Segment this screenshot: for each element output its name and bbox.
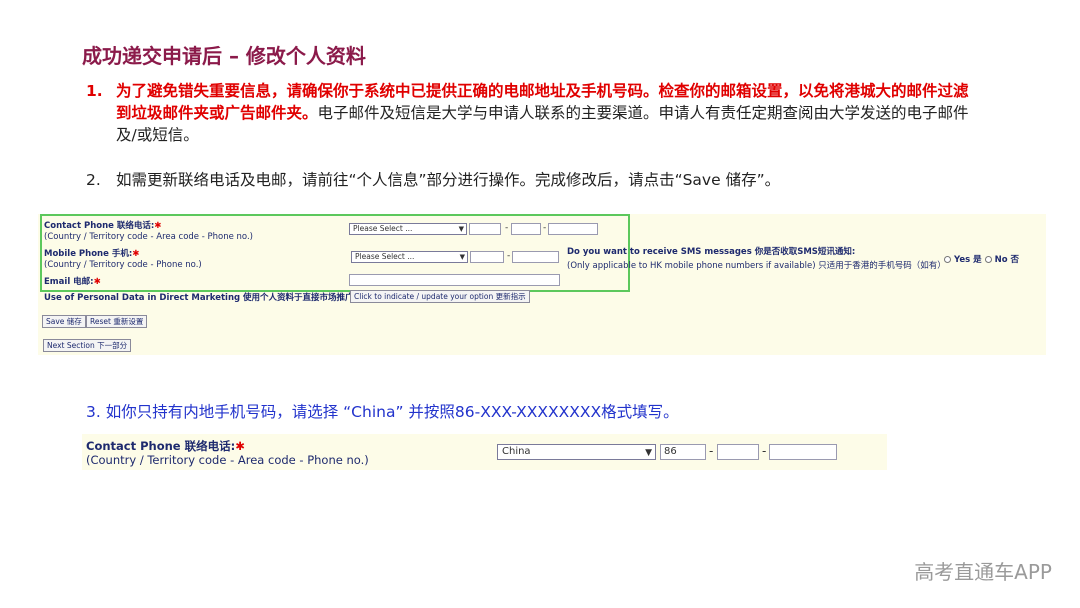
contact-phone-input[interactable]	[548, 223, 598, 235]
chevron-down-icon: ▼	[458, 225, 464, 233]
chevron-down-icon: ▼	[459, 253, 465, 261]
sms-no-radio[interactable]	[984, 256, 992, 263]
watermark: 高考直通车APP	[914, 560, 1052, 584]
save-button[interactable]: Save 储存	[42, 315, 86, 328]
email-label: Email 电邮:✱	[44, 277, 101, 287]
separator: -	[762, 444, 767, 458]
contact-phone-hint: (Country / Territory code - Area code - …	[44, 232, 253, 242]
sms-note: (Only applicable to HK mobile phone numb…	[567, 261, 946, 271]
contact-area-input[interactable]	[511, 223, 541, 235]
direct-marketing-button[interactable]: Click to indicate / update your option 更…	[350, 290, 530, 303]
step-1-body: 为了避免错失重要信息，请确保你于系统中已提供正确的电邮地址及手机号码。检查你的邮…	[116, 80, 971, 146]
sms-question: Do you want to receive SMS messages 你是否收…	[567, 247, 856, 257]
step-2: 2. 如需更新联络电话及电邮，请前往“个人信息”部分进行操作。完成修改后，请点击“…	[86, 168, 780, 190]
mobile-phone-label: Mobile Phone 手机:✱	[44, 249, 140, 259]
reset-button[interactable]: Reset 重新设置	[86, 315, 148, 328]
step-3: 3. 如你只持有内地手机号码，请选择 “China” 并按照86-XXX-XXX…	[86, 403, 679, 421]
sms-yes-radio[interactable]	[944, 256, 951, 263]
sms-radio-group: Yes 是 No 否	[944, 253, 1019, 265]
step-1-number: 1.	[86, 82, 103, 100]
sms-no-label: No 否	[994, 255, 1019, 265]
step-1: 1. 为了避免错失重要信息，请确保你于系统中已提供正确的电邮地址及手机号码。检查…	[86, 80, 986, 146]
example-phone-input[interactable]	[769, 444, 837, 460]
direct-marketing-label: Use of Personal Data in Direct Marketing…	[44, 293, 364, 303]
step-2-text: 如需更新联络电话及电邮，请前往“个人信息”部分进行操作。完成修改后，请点击“Sa…	[116, 171, 781, 189]
example-country-select[interactable]: China ▼	[497, 444, 656, 460]
separator: -	[709, 444, 714, 458]
separator: -	[543, 223, 547, 233]
mobile-phone-input[interactable]	[512, 251, 559, 263]
contact-area-code-input[interactable]	[469, 223, 501, 235]
mobile-country-code-input[interactable]	[470, 251, 504, 263]
contact-country-select[interactable]: Please Select ... ▼	[349, 223, 467, 235]
step-2-number: 2.	[86, 171, 101, 189]
example-contact-phone-label: Contact Phone 联络电话:✱ (Country / Territor…	[86, 439, 369, 467]
chevron-down-icon: ▼	[645, 448, 652, 458]
mobile-phone-hint: (Country / Territory code - Phone no.)	[44, 260, 202, 270]
example-country-code-input[interactable]: 86	[660, 444, 706, 460]
next-section-button[interactable]: Next Section 下一部分	[43, 339, 132, 352]
page-title: 成功递交申请后 – 修改个人资料	[82, 44, 366, 68]
contact-phone-label: Contact Phone 联络电话:✱	[44, 221, 162, 231]
email-input[interactable]	[349, 274, 560, 286]
separator: -	[507, 251, 511, 261]
separator: -	[505, 223, 509, 233]
sms-yes-label: Yes 是	[953, 255, 982, 265]
example-area-code-input[interactable]	[717, 444, 759, 460]
example-contact-phone-hint: (Country / Territory code - Area code - …	[86, 453, 369, 467]
mobile-country-select[interactable]: Please Select ... ▼	[351, 251, 468, 263]
